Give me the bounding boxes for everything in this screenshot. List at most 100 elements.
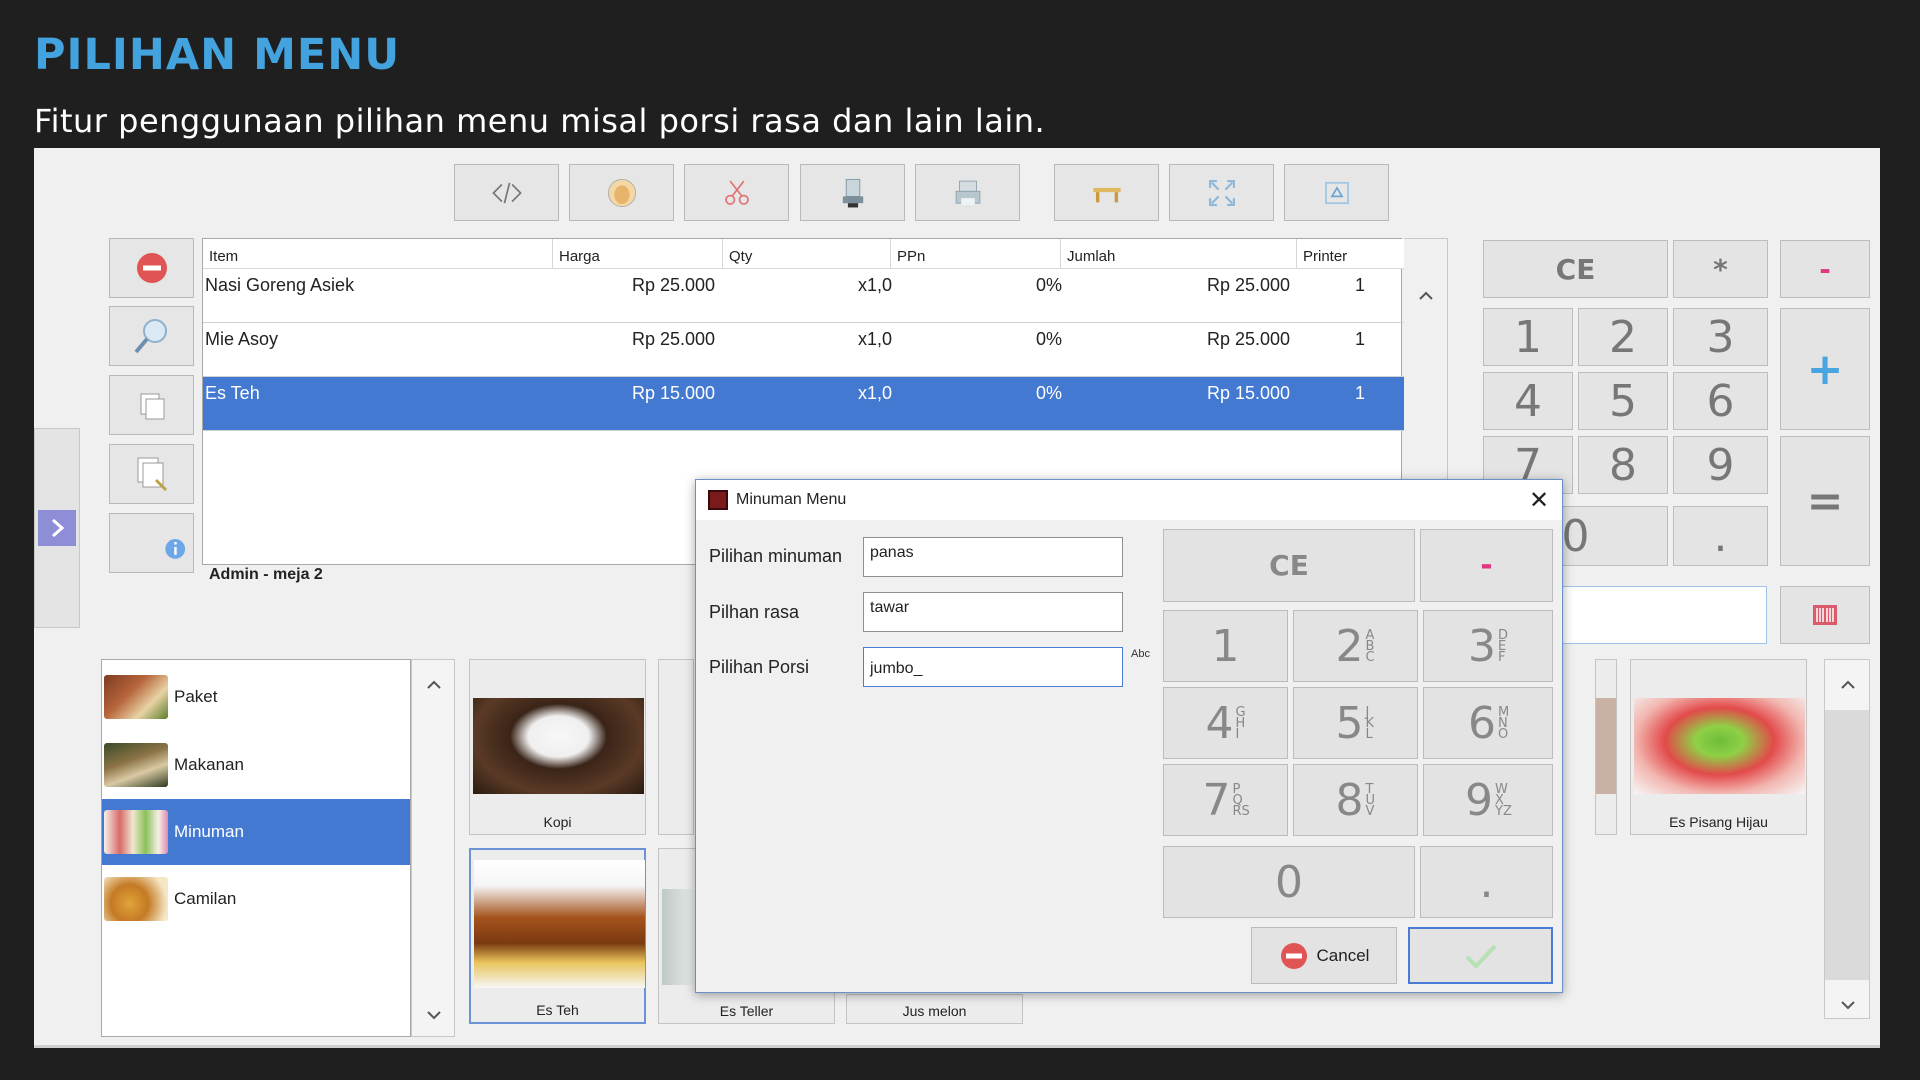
copy-item-button[interactable]: [109, 375, 194, 435]
recycle-icon: [1324, 181, 1349, 204]
key-4[interactable]: 4: [1483, 372, 1573, 430]
dialog-key-1[interactable]: 1: [1163, 610, 1288, 682]
ce-key[interactable]: CE: [1483, 240, 1668, 298]
key-3[interactable]: 3: [1673, 308, 1768, 366]
customer-button[interactable]: [569, 164, 674, 221]
category-label: Makanan: [174, 755, 244, 774]
cell-jumlah: Rp 25.000: [1207, 275, 1291, 295]
cell-ppn: 0%: [1036, 383, 1063, 403]
equals-key[interactable]: =: [1780, 436, 1870, 566]
category-label: Minuman: [174, 822, 244, 841]
product-tile-partial[interactable]: [1595, 659, 1617, 835]
dialog-key-6[interactable]: 6M N O: [1423, 687, 1553, 759]
key-8[interactable]: 8: [1578, 436, 1668, 494]
product-tile-es-teh[interactable]: Es Teh: [469, 848, 646, 1024]
product-label: Es Teh: [536, 1002, 579, 1018]
key-2[interactable]: 2: [1578, 308, 1668, 366]
search-item-button[interactable]: [109, 306, 194, 366]
key-6[interactable]: 6: [1673, 372, 1768, 430]
pilihan-rasa-input[interactable]: tawar: [863, 592, 1123, 632]
category-item-camilan[interactable]: Camilan: [102, 866, 410, 932]
key-1[interactable]: 1: [1483, 308, 1573, 366]
cell-printer: 1: [1355, 275, 1366, 295]
cash-register-button[interactable]: [800, 164, 905, 221]
info-button[interactable]: [109, 513, 194, 573]
plus-key[interactable]: +: [1780, 308, 1870, 430]
dialog-key-4[interactable]: 4G H I: [1163, 687, 1288, 759]
cancel-label: Cancel: [1316, 945, 1370, 965]
product-scrollbar[interactable]: [1824, 659, 1870, 1019]
dialog-key-7[interactable]: 7P Q RS: [1163, 764, 1288, 836]
confirm-button[interactable]: [1408, 927, 1553, 984]
dialog-ce-key[interactable]: CE: [1163, 529, 1415, 602]
column-printer[interactable]: Printer: [1297, 239, 1415, 269]
dialog-key-0[interactable]: 0: [1163, 846, 1415, 918]
dialog-minus-key[interactable]: -: [1420, 529, 1553, 602]
cell-harga: Rp 25.000: [632, 329, 716, 349]
dialog-key-5[interactable]: 5J K L: [1293, 687, 1418, 759]
cancel-button[interactable]: Cancel: [1251, 927, 1397, 984]
minus-key[interactable]: -: [1780, 240, 1870, 298]
product-tile-jus-melon[interactable]: Jus melon: [846, 994, 1023, 1024]
expand-panel-button[interactable]: [38, 510, 76, 546]
column-jumlah[interactable]: Jumlah: [1061, 239, 1297, 269]
key-9[interactable]: 9: [1673, 436, 1768, 494]
code-button[interactable]: [454, 164, 559, 221]
product-tile-partial[interactable]: [658, 659, 694, 835]
column-ppn[interactable]: PPn: [891, 239, 1061, 269]
face-icon: [607, 178, 636, 207]
cell-harga: Rp 15.000: [632, 383, 716, 403]
dialog-key-3[interactable]: 3D E F: [1423, 610, 1553, 682]
status-label: Admin - meja 2: [209, 566, 323, 583]
split-button[interactable]: [684, 164, 789, 221]
pilihan-porsi-input[interactable]: jumbo_: [863, 647, 1123, 687]
edit-item-button[interactable]: [109, 444, 194, 504]
slide-title: PILIHAN MENU: [34, 30, 401, 80]
product-image: [1596, 698, 1616, 794]
minuman-thumbnail: [104, 810, 168, 854]
recycle-button[interactable]: [1284, 164, 1389, 221]
chevron-up-icon[interactable]: [1840, 680, 1856, 690]
table-button[interactable]: [1054, 164, 1159, 221]
barcode-button[interactable]: [1780, 586, 1870, 644]
print-button[interactable]: [915, 164, 1020, 221]
dialog-key-8[interactable]: 8T U V: [1293, 764, 1418, 836]
category-item-minuman[interactable]: Minuman: [102, 799, 410, 865]
search-icon: [133, 319, 167, 354]
column-harga[interactable]: Harga: [553, 239, 723, 269]
column-item[interactable]: Item: [203, 239, 553, 269]
scroll-thumb[interactable]: [1825, 710, 1869, 980]
dialog-key-9[interactable]: 9W X YZ: [1423, 764, 1553, 836]
column-qty[interactable]: Qty: [723, 239, 891, 269]
key-5[interactable]: 5: [1578, 372, 1668, 430]
table-row[interactable]: Nasi Goreng Asiek Rp 25.000 x1,0 0% Rp 2…: [203, 269, 1415, 323]
table-row[interactable]: Mie Asoy Rp 25.000 x1,0 0% Rp 25.000 1: [203, 323, 1415, 377]
minus-circle-icon: [1280, 942, 1307, 969]
category-item-makanan[interactable]: Makanan: [102, 732, 410, 798]
pilihan-minuman-input[interactable]: panas: [863, 537, 1123, 577]
dialog-key-2[interactable]: 2A B C: [1293, 610, 1418, 682]
chevron-up-icon[interactable]: [1418, 291, 1434, 301]
chevron-up-icon[interactable]: [426, 680, 442, 690]
multiply-key[interactable]: *: [1673, 240, 1768, 298]
code-icon: [491, 182, 522, 203]
dot-key[interactable]: .: [1673, 506, 1768, 566]
category-label: Paket: [174, 687, 218, 706]
category-scrollbar[interactable]: [411, 659, 455, 1037]
table-row-selected[interactable]: Es Teh Rp 15.000 x1,0 0% Rp 15.000 1: [203, 377, 1415, 431]
es-pisang-hijau-image: [1634, 698, 1805, 794]
order-table-header: Item Harga Qty PPn Jumlah Printer: [203, 239, 1415, 269]
category-item-paket[interactable]: Paket: [102, 664, 410, 730]
chevron-down-icon[interactable]: [426, 1010, 442, 1020]
fullscreen-button[interactable]: [1169, 164, 1274, 221]
chevron-down-icon[interactable]: [1840, 1000, 1856, 1010]
fullscreen-icon: [1208, 179, 1235, 206]
cash-register-icon: [842, 178, 863, 207]
cell-jumlah: Rp 15.000: [1207, 383, 1291, 403]
dialog-dot-key[interactable]: .: [1420, 846, 1553, 918]
product-tile-kopi[interactable]: Kopi: [469, 659, 646, 835]
remove-item-button[interactable]: [109, 238, 194, 298]
close-button[interactable]: ✕: [1526, 487, 1552, 514]
product-tile-es-pisang-hijau[interactable]: Es Pisang Hijau: [1630, 659, 1807, 835]
cell-item: Mie Asoy: [205, 329, 279, 349]
